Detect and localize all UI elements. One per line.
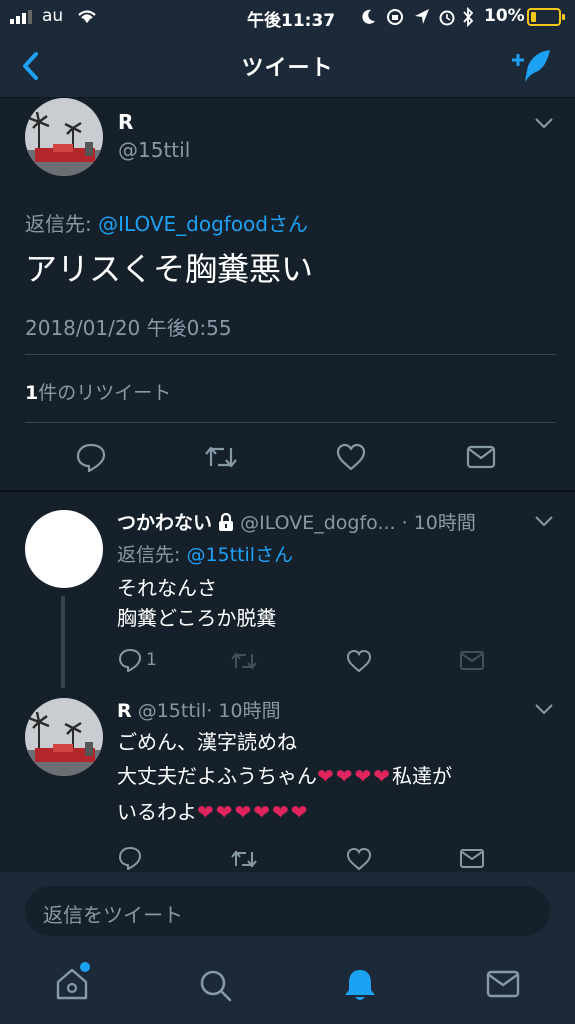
reply-context: 返信先: @15ttilさん <box>117 540 293 567</box>
moon-icon <box>362 9 375 24</box>
chevron-down-icon[interactable] <box>534 702 554 716</box>
reply-icon[interactable] <box>76 442 106 472</box>
reply-header: R @15ttil· 10時間 <box>117 696 281 723</box>
reply-tweet-1[interactable]: つかわない @ILOVE_dogfo... · 10時間 返信先: @15tti… <box>0 492 575 688</box>
divider <box>25 422 556 423</box>
author-name[interactable]: R <box>117 700 132 722</box>
battery-icon <box>527 8 565 26</box>
wifi-icon <box>78 10 96 23</box>
retweet-icon[interactable] <box>230 848 258 870</box>
reply-icon[interactable] <box>118 846 142 870</box>
reply-context: 返信先: @ILOVE_dogfoodさん <box>25 208 308 237</box>
avatar-image <box>25 98 103 176</box>
direct-message-icon[interactable] <box>466 444 496 470</box>
bluetooth-icon <box>463 7 474 27</box>
notifications-icon[interactable] <box>342 966 378 1004</box>
avatar-image <box>25 698 103 776</box>
tweet-text-segment: 私達が <box>392 764 453 788</box>
tweet-time: · 10時間 <box>206 700 281 722</box>
chevron-down-icon[interactable] <box>534 514 554 528</box>
tweet-text-segment: 大丈夫だよふうちゃん <box>117 764 317 788</box>
tweet-text: アリスくそ胸糞悪い <box>25 250 314 288</box>
retweet-count-label: 件のリツイート <box>38 382 172 404</box>
avatar[interactable] <box>25 510 103 588</box>
retweet-icon[interactable] <box>204 442 238 472</box>
reply-input-placeholder: 返信をツイート <box>43 903 183 927</box>
page-title: ツイート <box>241 56 334 81</box>
direct-message-icon[interactable] <box>459 650 485 672</box>
tweet-text-line: いるわよ❤❤❤❤❤❤ <box>117 796 310 825</box>
tweet-time: · 10時間 <box>401 512 476 534</box>
signal-icon <box>10 10 32 24</box>
reply-composer: 返信をツイート <box>0 872 575 944</box>
reply-to-link[interactable]: @ILOVE_dogfoodさん <box>98 212 308 236</box>
chevron-down-icon[interactable] <box>534 116 554 130</box>
search-icon[interactable] <box>198 968 234 1004</box>
like-icon[interactable] <box>346 847 372 871</box>
like-icon[interactable] <box>346 649 372 673</box>
like-icon[interactable] <box>336 443 366 471</box>
retweet-count-row[interactable]: 1件のリツイート <box>25 378 171 405</box>
rotation-lock-icon <box>387 9 403 25</box>
tweet-text-line: 大丈夫だよふうちゃん❤❤❤❤私達が <box>117 760 452 789</box>
clock: 午後11:37 <box>247 11 336 31</box>
carrier-label: au <box>42 6 64 26</box>
thread-line <box>61 596 65 688</box>
divider <box>25 354 556 355</box>
home-notification-dot <box>80 962 90 972</box>
avatar[interactable] <box>25 98 103 176</box>
reply-prefix: 返信先: <box>117 544 187 566</box>
battery-percent: 10% <box>484 6 525 26</box>
reply-to-link[interactable]: @15ttilさん <box>186 544 293 566</box>
main-tweet: R @15ttil 返信先: @ILOVE_dogfoodさん アリスくそ胸糞悪… <box>0 98 575 490</box>
direct-message-icon[interactable] <box>459 848 485 870</box>
author-name[interactable]: つかわない <box>117 512 212 534</box>
location-icon <box>415 9 429 24</box>
avatar[interactable] <box>25 698 103 776</box>
reply-prefix: 返信先: <box>25 212 99 236</box>
reply-header: つかわない @ILOVE_dogfo... · 10時間 <box>117 508 476 535</box>
retweet-icon[interactable] <box>230 650 258 672</box>
alarm-icon <box>439 10 455 26</box>
tweet-timestamp: 2018/01/20 午後0:55 <box>25 316 232 340</box>
tweet-text-line: 胸糞どころか脱糞 <box>117 606 277 630</box>
author-handle[interactable]: @ILOVE_dogfo... <box>240 512 395 534</box>
reply-tweet-2[interactable]: R @15ttil· 10時間 ごめん、漢字読めね 大丈夫だよふうちゃん❤❤❤❤… <box>0 686 575 872</box>
reply-icon[interactable] <box>118 648 142 672</box>
lock-icon <box>219 513 234 531</box>
tweet-text-line: それなんさ <box>117 576 217 600</box>
navigation-bar: ツイート <box>0 34 575 98</box>
heart-emoji-group: ❤❤❤❤❤❤ <box>197 800 310 824</box>
compose-tweet-icon[interactable] <box>512 46 556 86</box>
tweet-text-line: ごめん、漢字読めね <box>117 730 297 754</box>
tweet-text-segment: いるわよ <box>117 800 197 824</box>
reply-input[interactable]: 返信をツイート <box>25 886 550 936</box>
status-bar: au 午後11:37 10% <box>0 0 575 34</box>
author-name[interactable]: R <box>118 110 133 134</box>
author-handle[interactable]: @15ttil <box>138 700 207 722</box>
retweet-count: 1 <box>25 382 39 404</box>
tab-bar <box>0 944 575 1024</box>
author-handle[interactable]: @15ttil <box>118 138 190 162</box>
reply-count: 1 <box>146 650 157 670</box>
heart-emoji-group: ❤❤❤❤ <box>317 764 393 788</box>
messages-icon[interactable] <box>486 970 522 1000</box>
